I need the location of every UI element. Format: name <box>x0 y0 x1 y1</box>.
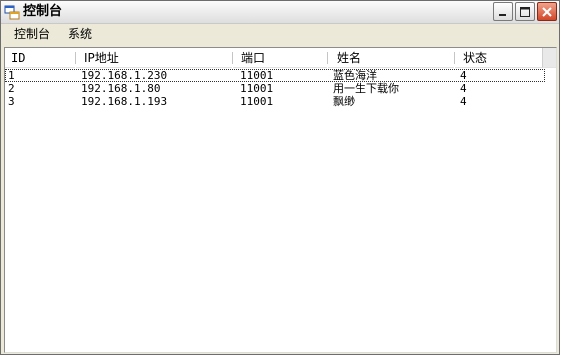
column-header-label: 姓名 <box>337 51 362 65</box>
cell-id: 3 <box>8 95 15 108</box>
column-header-status[interactable]: 状态 <box>455 48 542 68</box>
maximize-button[interactable] <box>515 2 535 21</box>
menu-item-console[interactable]: 控制台 <box>12 26 52 42</box>
cell-status: 4 <box>460 82 467 95</box>
console-window: 控制台 控制台 系统 ID IP地址 端口 姓名 状态 1 192.168.1.… <box>0 0 560 355</box>
column-header-label: 端口 <box>241 51 266 65</box>
connection-list[interactable]: ID IP地址 端口 姓名 状态 1 192.168.1.230 11001 蓝… <box>4 47 557 353</box>
cell-port: 11001 <box>240 95 274 108</box>
menu-item-system[interactable]: 系统 <box>66 26 94 42</box>
cell-status: 4 <box>460 69 467 82</box>
column-header-port[interactable]: 端口 <box>233 48 327 68</box>
cell-port: 11001 <box>240 69 274 82</box>
window-title: 控制台 <box>23 4 63 19</box>
column-header-label: IP地址 <box>84 51 119 65</box>
cell-ip: 192.168.1.193 <box>81 95 168 108</box>
maximize-icon <box>520 6 530 17</box>
cell-name: 飘缈 <box>333 95 355 108</box>
app-window-icon <box>4 5 20 20</box>
cell-id: 2 <box>8 82 15 95</box>
table-row[interactable]: 2 192.168.1.80 11001 用一生下载你 4 <box>5 82 545 95</box>
list-header: ID IP地址 端口 姓名 状态 <box>5 48 556 69</box>
cell-status: 4 <box>460 95 467 108</box>
cell-port: 11001 <box>240 82 274 95</box>
column-header-label: ID <box>11 51 26 65</box>
close-icon <box>542 6 552 17</box>
cell-name: 用一生下载你 <box>333 82 399 95</box>
cell-ip: 192.168.1.80 <box>81 82 161 95</box>
title-bar[interactable]: 控制台 <box>1 1 559 24</box>
column-header-ip[interactable]: IP地址 <box>76 48 232 68</box>
menu-bar: 控制台 系统 <box>1 24 559 44</box>
column-header-name[interactable]: 姓名 <box>328 48 454 68</box>
minimize-icon <box>499 13 506 16</box>
column-header-filler <box>542 48 556 68</box>
cell-id: 1 <box>8 69 15 82</box>
column-header-label: 状态 <box>463 51 488 65</box>
cell-ip: 192.168.1.230 <box>81 69 168 82</box>
minimize-button[interactable] <box>493 2 513 21</box>
cell-name: 蓝色海洋 <box>333 69 377 82</box>
close-button[interactable] <box>537 2 557 21</box>
table-row[interactable]: 1 192.168.1.230 11001 蓝色海洋 4 <box>5 69 545 82</box>
table-row[interactable]: 3 192.168.1.193 11001 飘缈 4 <box>5 95 545 108</box>
column-header-id[interactable]: ID <box>5 48 75 68</box>
